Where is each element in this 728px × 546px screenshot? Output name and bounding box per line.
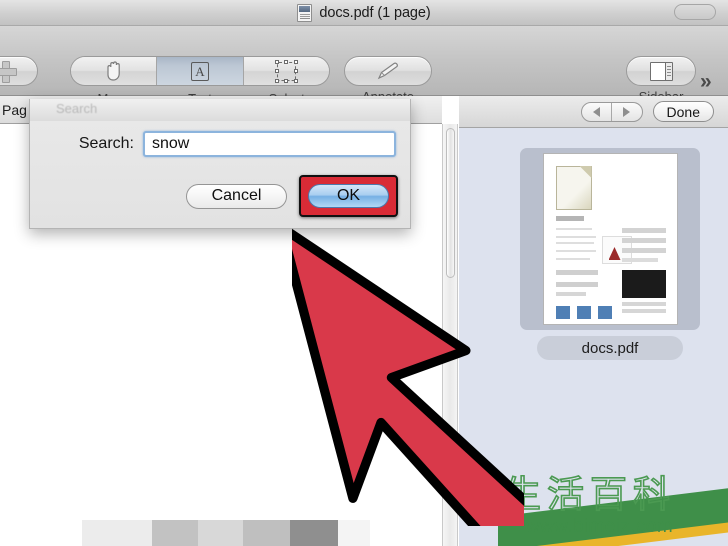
- search-input[interactable]: snow: [143, 131, 396, 157]
- preview-app-window: docs.pdf (1 page) A » Pag Done docs.pdf …: [0, 0, 728, 546]
- page-thumbnail[interactable]: [520, 148, 700, 330]
- text-a-icon: A: [190, 61, 209, 81]
- main-toolbar: A Move Text Select Annota: [0, 26, 728, 106]
- tool-select-button[interactable]: [243, 57, 329, 85]
- window-title: docs.pdf (1 page): [319, 4, 431, 21]
- next-page-button[interactable]: [612, 103, 642, 121]
- previous-page-button[interactable]: [582, 102, 613, 121]
- thumbnail-heading: [555, 216, 584, 221]
- hand-icon: [104, 60, 124, 82]
- window-titlebar: docs.pdf (1 page): [0, 0, 728, 26]
- cancel-button[interactable]: Cancel: [186, 183, 287, 209]
- page-label: Pag: [2, 101, 27, 118]
- scrollbar-thumb[interactable]: [446, 128, 455, 278]
- ok-button-highlight: OK: [299, 175, 398, 217]
- thumbnail-doc-illustration: [555, 166, 592, 210]
- pencil-icon: [375, 61, 401, 81]
- marquee-select-icon: [274, 59, 298, 83]
- titlebar-pill-button[interactable]: [674, 4, 716, 20]
- watermark-url: www.bimeiz.com: [526, 516, 674, 537]
- tool-text-button[interactable]: A: [157, 57, 244, 85]
- dialog-button-row: Cancel OK: [186, 175, 398, 217]
- search-row: Search: snow: [30, 131, 410, 157]
- watermark-chinese-text: 生活百科: [503, 473, 676, 516]
- tool-mode-segmented-control[interactable]: A: [70, 56, 330, 86]
- thumbnail-page-preview: [543, 154, 677, 324]
- thumbnail-filename: docs.pdf: [537, 336, 683, 360]
- add-button[interactable]: [0, 56, 38, 86]
- document-vertical-scrollbar[interactable]: [442, 124, 458, 546]
- document-icon: [297, 3, 313, 22]
- search-dialog: Search Search: snow Cancel OK: [29, 99, 411, 229]
- watermark: 生活百科 www.bimeiz.com: [498, 472, 728, 546]
- document-gray-blocks: [82, 520, 370, 546]
- tool-move-button[interactable]: [71, 57, 158, 85]
- plus-icon: [0, 61, 17, 83]
- dialog-title: Search: [56, 101, 98, 116]
- sidebar-header: Done: [459, 96, 728, 128]
- thumbnail-dark-figure: [621, 270, 666, 298]
- ok-button[interactable]: OK: [308, 184, 389, 208]
- page-navigation-control[interactable]: [580, 101, 643, 122]
- triangle-right-icon: [623, 106, 631, 117]
- done-button[interactable]: Done: [652, 101, 714, 122]
- search-label: Search:: [78, 135, 134, 152]
- thumbnail-icon-row: [555, 306, 612, 319]
- double-chevron-right-icon[interactable]: »: [700, 71, 712, 92]
- sidebar-panel-icon: [649, 61, 673, 81]
- triangle-left-icon: [592, 106, 600, 117]
